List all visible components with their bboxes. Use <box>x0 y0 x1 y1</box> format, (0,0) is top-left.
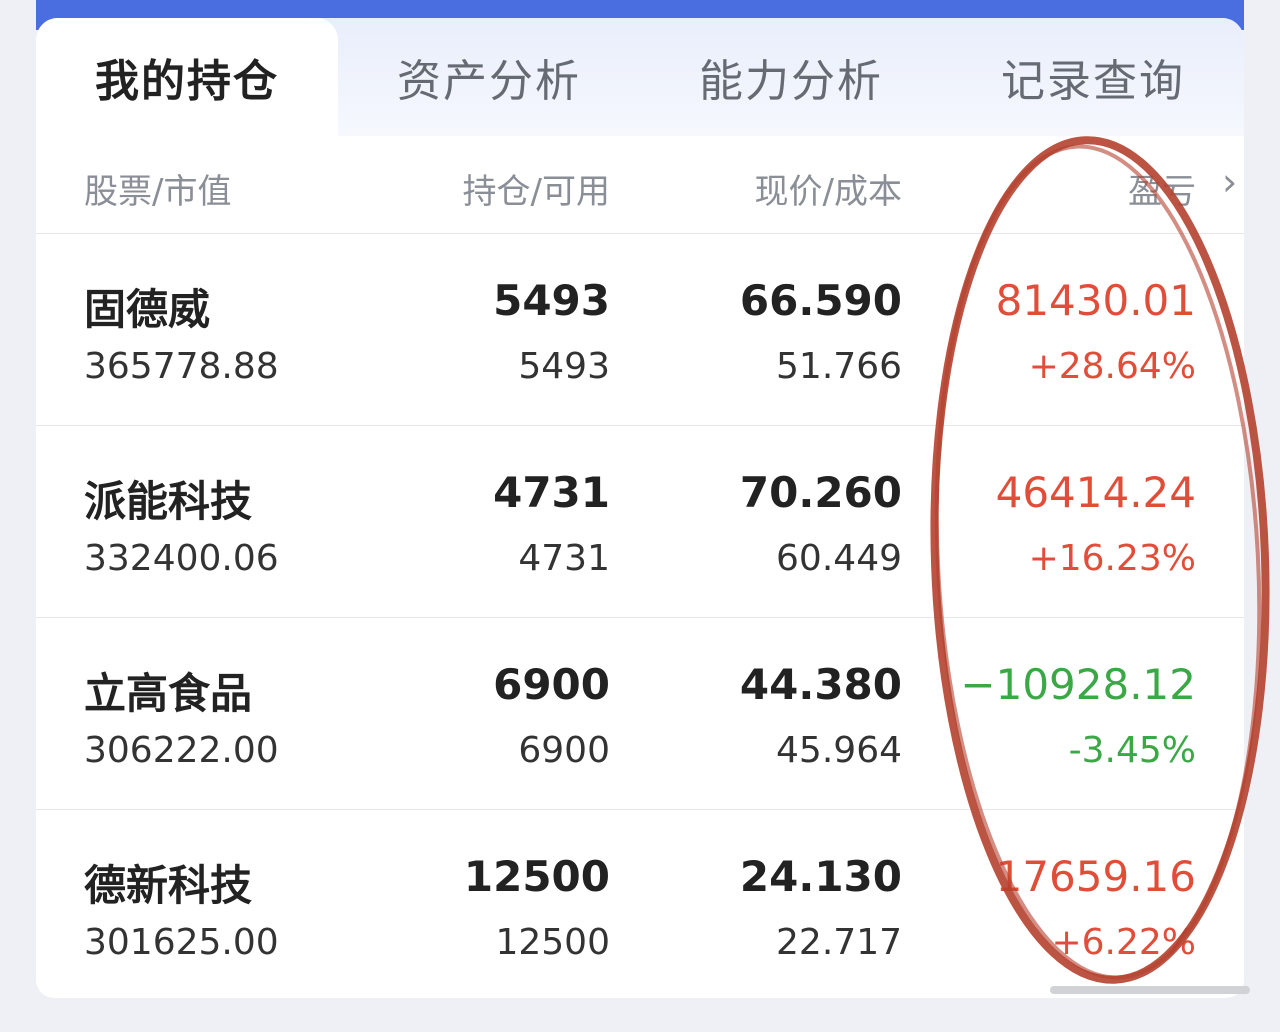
available: 4731 <box>518 538 610 579</box>
current-price: 70.260 <box>739 468 902 517</box>
cost-price: 51.766 <box>776 346 902 387</box>
tab-record-query[interactable]: 记录查询 <box>942 18 1244 136</box>
tab-my-holdings[interactable]: 我的持仓 <box>36 18 338 136</box>
position: 12500 <box>463 852 610 901</box>
cost-price: 45.964 <box>776 730 902 771</box>
holdings-card: 我的持仓 资产分析 能力分析 记录查询 股票/市值 持仓/可用 现价/成本 盈亏… <box>36 18 1244 998</box>
stock-name: 固德威 <box>84 285 211 334</box>
table-row[interactable]: 德新科技 301625.00 12500 12500 24.130 22.717… <box>36 810 1244 998</box>
stock-name: 德新科技 <box>84 861 253 910</box>
profit-loss-percent: +6.22% <box>1051 922 1196 963</box>
profit-loss: 81430.01 <box>995 276 1196 325</box>
profit-loss-percent: +16.23% <box>1028 538 1196 579</box>
current-price: 44.380 <box>739 660 902 709</box>
profit-loss: 17659.16 <box>995 852 1196 901</box>
current-price: 66.590 <box>739 276 902 325</box>
position: 4731 <box>493 468 610 517</box>
header-position-available: 持仓/可用 <box>462 172 610 212</box>
table-row[interactable]: 立高食品 306222.00 6900 6900 44.380 45.964 −… <box>36 618 1244 810</box>
tab-ability-analysis[interactable]: 能力分析 <box>640 18 942 136</box>
position: 5493 <box>493 276 610 325</box>
header-profit-loss[interactable]: 盈亏 <box>1128 164 1196 213</box>
market-value: 301625.00 <box>84 922 279 963</box>
available: 5493 <box>518 346 610 387</box>
tab-bar: 我的持仓 资产分析 能力分析 记录查询 <box>36 18 1244 136</box>
cost-price: 60.449 <box>776 538 902 579</box>
home-indicator <box>1050 986 1250 994</box>
profit-loss: 46414.24 <box>995 468 1196 517</box>
available: 12500 <box>495 922 610 963</box>
market-value: 365778.88 <box>84 346 279 387</box>
cost-price: 22.717 <box>776 922 902 963</box>
profit-loss: −10928.12 <box>960 660 1196 709</box>
table-header: 股票/市值 持仓/可用 现价/成本 盈亏 › <box>36 136 1244 234</box>
table-row[interactable]: 派能科技 332400.06 4731 4731 70.260 60.449 4… <box>36 426 1244 618</box>
profit-loss-percent: +28.64% <box>1028 346 1196 387</box>
current-price: 24.130 <box>739 852 902 901</box>
tab-asset-analysis[interactable]: 资产分析 <box>338 18 640 136</box>
stock-name: 派能科技 <box>84 477 253 526</box>
header-stock-value: 股票/市值 <box>84 172 232 212</box>
position: 6900 <box>493 660 610 709</box>
market-value: 306222.00 <box>84 730 279 771</box>
market-value: 332400.06 <box>84 538 279 579</box>
table-row[interactable]: 固德威 365778.88 5493 5493 66.590 51.766 81… <box>36 234 1244 426</box>
chevron-right-icon[interactable]: › <box>1222 160 1237 204</box>
available: 6900 <box>518 730 610 771</box>
profit-loss-percent: -3.45% <box>1068 730 1196 771</box>
header-price-cost: 现价/成本 <box>754 172 902 212</box>
stock-name: 立高食品 <box>84 669 253 718</box>
